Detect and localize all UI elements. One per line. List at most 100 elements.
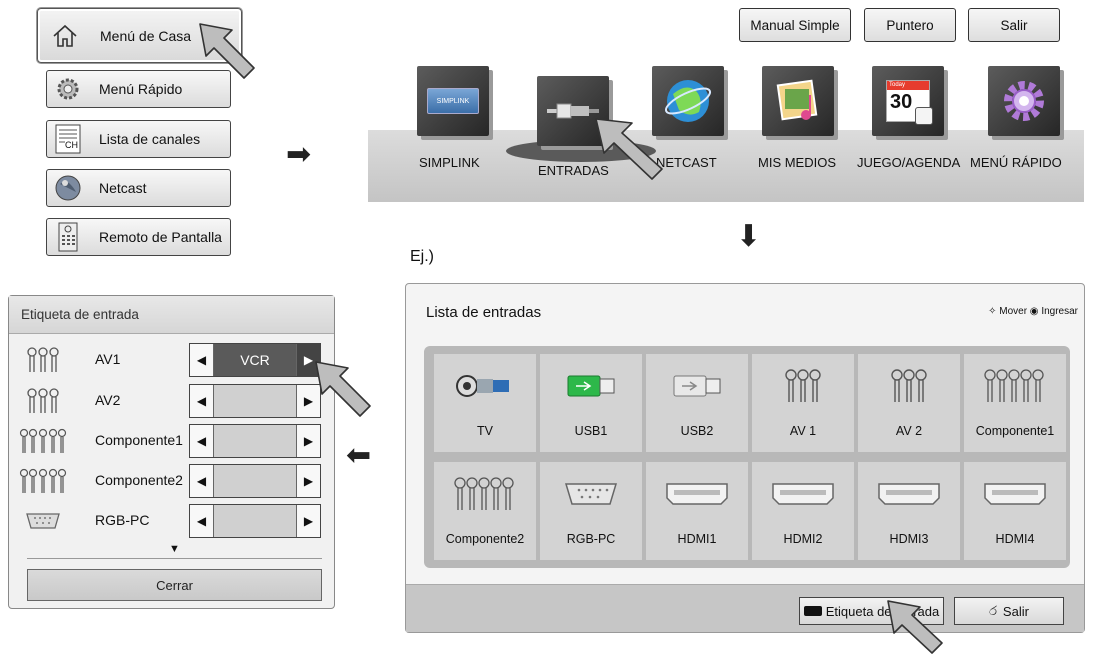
rgb-connector-icon xyxy=(564,483,618,505)
input-tile-hdmi2[interactable]: HDMI2 xyxy=(752,462,854,560)
menu-item-channel-list[interactable]: CH Lista de canales xyxy=(46,120,231,158)
label-row-name: AV2 xyxy=(95,392,121,408)
exit-button[interactable]: Salir xyxy=(968,8,1060,42)
app-label: MIS MEDIOS xyxy=(758,155,837,170)
hdmi-icon xyxy=(666,483,728,505)
input-tile-label: HDMI1 xyxy=(677,532,717,546)
input-tile-label: HDMI3 xyxy=(889,532,929,546)
pointer-cursor-icon xyxy=(199,23,255,79)
channel-list-icon: CH xyxy=(53,124,83,154)
dialog-title: Etiqueta de entrada xyxy=(9,296,334,334)
usb-icon xyxy=(567,375,615,397)
component-connector-icon xyxy=(454,477,514,510)
av-connector-icon xyxy=(785,369,821,402)
app-quick-menu[interactable] xyxy=(988,66,1060,136)
input-tile-usb1[interactable]: USB1 xyxy=(540,354,642,452)
scroll-down-indicator[interactable]: ▼ xyxy=(169,543,180,555)
input-tile-hdmi4[interactable]: HDMI4 xyxy=(964,462,1066,560)
pointer-cursor-icon xyxy=(887,600,943,654)
antenna-connector-icon xyxy=(456,375,509,397)
hdmi-icon xyxy=(772,483,834,505)
exit-dialog-button[interactable]: ර Salir xyxy=(954,597,1064,625)
home-icon xyxy=(50,21,80,51)
pointer-cursor-icon xyxy=(595,118,663,180)
label-value xyxy=(214,385,296,417)
menu-item-label: Netcast xyxy=(99,180,147,196)
home-menu-label: Menú de Casa xyxy=(100,27,192,44)
usb-icon xyxy=(673,375,721,397)
app-my-media[interactable] xyxy=(762,66,834,136)
input-tile-hdmi1[interactable]: HDMI1 xyxy=(646,462,748,560)
globe-icon xyxy=(53,173,83,203)
prev-arrow-button[interactable]: ◀ xyxy=(190,465,214,497)
pointer-button[interactable]: Puntero xyxy=(864,8,956,42)
input-tile-label: RGB-PC xyxy=(566,532,616,546)
input-tile-component1[interactable]: Componente1 xyxy=(964,354,1066,452)
remote-icon xyxy=(53,222,83,252)
app-simplink[interactable]: SIMPLINK xyxy=(417,66,489,136)
next-arrow-button[interactable]: ▶ xyxy=(296,505,320,537)
label-row-name: Componente2 xyxy=(95,472,183,488)
prev-arrow-button[interactable]: ◀ xyxy=(190,505,214,537)
menu-item-label: Menú Rápido xyxy=(99,81,183,97)
label-value xyxy=(214,465,296,497)
label-row-name: RGB-PC xyxy=(95,512,150,528)
rgb-connector-icon xyxy=(26,513,60,529)
input-tile-av2[interactable]: AV 2 xyxy=(858,354,960,452)
input-tile-label: HDMI4 xyxy=(995,532,1035,546)
input-tile-rgb-pc[interactable]: RGB-PC xyxy=(540,462,642,560)
flow-arrow-right-icon: ➡ xyxy=(286,138,312,171)
prev-arrow-button[interactable]: ◀ xyxy=(190,425,214,457)
input-tile-label: USB2 xyxy=(680,424,714,438)
label-value: VCR xyxy=(240,352,270,368)
input-tile-label: Componente2 xyxy=(445,532,525,546)
label-selector[interactable]: ◀ ▶ xyxy=(189,424,321,458)
menu-item-netcast[interactable]: Netcast xyxy=(46,169,231,207)
example-label: Ej.) xyxy=(410,248,434,265)
simple-manual-button[interactable]: Manual Simple xyxy=(739,8,851,42)
ch-badge: CH xyxy=(65,140,78,150)
label-row-name: Componente1 xyxy=(95,432,183,448)
next-arrow-button[interactable]: ▶ xyxy=(296,425,320,457)
app-label: JUEGO/AGENDA xyxy=(857,155,961,170)
menu-item-label: Remoto de Pantalla xyxy=(99,229,222,245)
label-selector[interactable]: ◀ VCR ▶ xyxy=(189,343,321,377)
label-selector[interactable]: ◀ ▶ xyxy=(189,384,321,418)
component-connector-icon xyxy=(984,369,1044,402)
label-value xyxy=(214,425,296,457)
label-row: Componente1 ◀ ▶ xyxy=(9,422,336,462)
input-tile-usb2[interactable]: USB2 xyxy=(646,354,748,452)
label-row: RGB-PC ◀ ▶ xyxy=(9,502,336,542)
input-tile-label: USB1 xyxy=(574,424,608,438)
label-selector[interactable]: ◀ ▶ xyxy=(189,464,321,498)
app-game-calendar[interactable]: Today 30 xyxy=(872,66,944,136)
av-connector-icon xyxy=(891,369,927,402)
move-arrows-icon: ✧ xyxy=(988,306,1000,317)
divider xyxy=(27,558,322,559)
app-label: MENÚ RÁPIDO xyxy=(970,155,1062,170)
input-tile-tv[interactable]: TV xyxy=(434,354,536,452)
label-selector[interactable]: ◀ ▶ xyxy=(189,504,321,538)
input-tile-hdmi3[interactable]: HDMI3 xyxy=(858,462,960,560)
dialog-footer: Etiqueta de entrada ර Salir xyxy=(406,584,1084,632)
prev-arrow-button[interactable]: ◀ xyxy=(190,385,214,417)
gear-icon xyxy=(1004,81,1044,121)
input-grid: TV USB1 USB2 AV 1 AV 2 Componente1 Compo… xyxy=(424,346,1070,568)
component-connector-icon xyxy=(19,428,67,453)
input-tile-component2[interactable]: Componente2 xyxy=(434,462,536,560)
exit-dialog-button-text: Salir xyxy=(1002,603,1029,619)
app-label: SIMPLINK xyxy=(419,155,480,170)
menu-item-screen-remote[interactable]: Remoto de Pantalla xyxy=(46,218,231,256)
navigation-hint: ✧ Mover ◉ Ingresar xyxy=(988,306,1078,317)
input-tile-av1[interactable]: AV 1 xyxy=(752,354,854,452)
input-label-dialog: Etiqueta de entrada AV1 ◀ VCR ▶ AV2 ◀ ▶ … xyxy=(8,295,335,609)
input-tile-label: TV xyxy=(477,424,493,438)
next-arrow-button[interactable]: ▶ xyxy=(296,465,320,497)
back-exit-icon: ර xyxy=(989,603,997,618)
calendar-icon: Today 30 xyxy=(886,80,933,125)
prev-arrow-button[interactable]: ◀ xyxy=(190,344,214,376)
close-button[interactable]: Cerrar xyxy=(27,569,322,601)
av-connector-icon xyxy=(27,347,59,372)
label-row: AV2 ◀ ▶ xyxy=(9,382,336,422)
label-row-name: AV1 xyxy=(95,351,121,367)
